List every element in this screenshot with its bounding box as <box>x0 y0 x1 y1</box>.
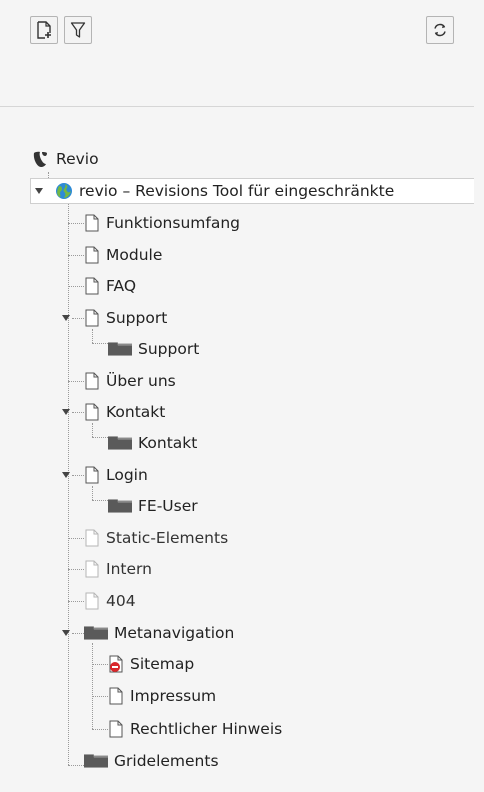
tree-node[interactable]: Sitemap <box>108 652 194 676</box>
tree-root-label: Revio <box>56 150 99 168</box>
tree-site-label: revio – Revisions Tool für eingeschränkt… <box>79 182 395 200</box>
page-restricted-icon <box>109 655 123 673</box>
tree-node-label: Login <box>106 466 148 484</box>
tree-connector <box>68 601 84 602</box>
folder-icon <box>108 499 132 513</box>
tree-node-label: Support <box>138 340 200 358</box>
tree-node[interactable]: Kontakt <box>108 431 197 455</box>
tree-connector <box>68 223 84 224</box>
expand-caret-icon[interactable] <box>62 315 70 321</box>
tree-connector <box>68 765 84 766</box>
tree-connector <box>72 633 84 634</box>
tree-node[interactable]: 404 <box>84 589 136 613</box>
tree-connector <box>68 538 84 539</box>
expand-caret-icon[interactable] <box>35 188 43 194</box>
tree-node[interactable]: Module <box>84 243 162 267</box>
tree-connector <box>92 729 108 730</box>
globe-icon <box>56 183 72 199</box>
tree-node[interactable]: FAQ <box>84 274 136 298</box>
page-icon <box>109 687 123 705</box>
tree-connector <box>92 664 108 665</box>
tree-node[interactable]: Kontakt <box>84 400 165 424</box>
tree-guide-level2 <box>92 329 93 343</box>
tree-node[interactable]: Support <box>84 306 167 330</box>
tree-connector <box>68 569 84 570</box>
tree-node-label: Metanavigation <box>114 624 235 642</box>
folder-icon <box>84 754 108 768</box>
tree-guide-level2 <box>92 643 93 729</box>
tree-connector <box>68 255 84 256</box>
tree-node-label: Kontakt <box>138 434 198 452</box>
tree-node-label: Sitemap <box>130 655 195 673</box>
tree-node-label: Static-Elements <box>106 529 229 547</box>
tree-connector <box>92 343 108 344</box>
tree-connector <box>68 381 84 382</box>
expand-caret-icon[interactable] <box>62 630 70 636</box>
tree-node-label: Intern <box>106 560 152 578</box>
folder-icon <box>108 342 132 356</box>
tree-node-label: Support <box>106 309 168 327</box>
tree-connector <box>92 500 108 501</box>
tree-node-label: FAQ <box>106 277 137 295</box>
tree-node[interactable]: Impressum <box>108 684 216 708</box>
tree-node-label: Gridelements <box>114 752 219 770</box>
tree-guide-level1 <box>68 204 69 765</box>
tree-node[interactable]: Über uns <box>84 369 176 393</box>
tree-site-node[interactable]: revio – Revisions Tool für eingeschränkt… <box>30 178 474 204</box>
tree-node[interactable]: Static-Elements <box>84 526 228 550</box>
tree-connector <box>68 286 84 287</box>
expand-caret-icon[interactable] <box>62 472 70 478</box>
folder-icon <box>108 436 132 450</box>
tree-node[interactable]: Funktionsumfang <box>84 211 240 235</box>
tree-guide-level2 <box>92 423 93 437</box>
tree-node[interactable]: Gridelements <box>84 749 219 773</box>
tree-node-label: 404 <box>106 592 136 610</box>
tree-connector <box>72 412 84 413</box>
tree-node-label: Impressum <box>130 687 217 705</box>
tree-node[interactable]: Support <box>108 337 199 361</box>
tree-guide-level2 <box>92 486 93 500</box>
expand-caret-icon[interactable] <box>62 409 70 415</box>
typo3-logo-icon <box>33 151 47 167</box>
tree-connector <box>92 696 108 697</box>
tree-node-label: Über uns <box>106 372 176 390</box>
tree-connector <box>92 437 108 438</box>
tree-node[interactable]: Intern <box>84 557 152 581</box>
tree-node-label: FE-User <box>138 497 198 515</box>
tree-node-label: Kontakt <box>106 403 166 421</box>
page-icon <box>85 277 99 295</box>
page-icon <box>85 372 99 390</box>
tree-node-label: Funktionsumfang <box>106 214 240 232</box>
tree-node[interactable]: Rechtlicher Hinweis <box>108 717 282 741</box>
page-icon <box>85 214 99 232</box>
tree-node-label: Module <box>106 246 163 264</box>
page-tree: Revio revio – Revisions Tool für eingesc… <box>0 0 474 792</box>
tree-node-label: Rechtlicher Hinweis <box>130 720 283 738</box>
page-hidden-icon <box>85 560 99 578</box>
tree-node[interactable]: Login <box>84 463 148 487</box>
page-icon <box>85 403 99 421</box>
tree-connector <box>72 475 84 476</box>
tree-connector <box>72 318 84 319</box>
folder-icon <box>84 626 108 640</box>
tree-root-node[interactable]: Revio <box>30 147 99 171</box>
page-hidden-icon <box>85 529 99 547</box>
page-icon <box>109 720 123 738</box>
page-hidden-icon <box>85 592 99 610</box>
page-icon <box>85 466 99 484</box>
page-icon <box>85 246 99 264</box>
page-icon <box>85 309 99 327</box>
tree-node[interactable]: FE-User <box>108 494 198 518</box>
tree-node[interactable]: Metanavigation <box>84 621 234 645</box>
